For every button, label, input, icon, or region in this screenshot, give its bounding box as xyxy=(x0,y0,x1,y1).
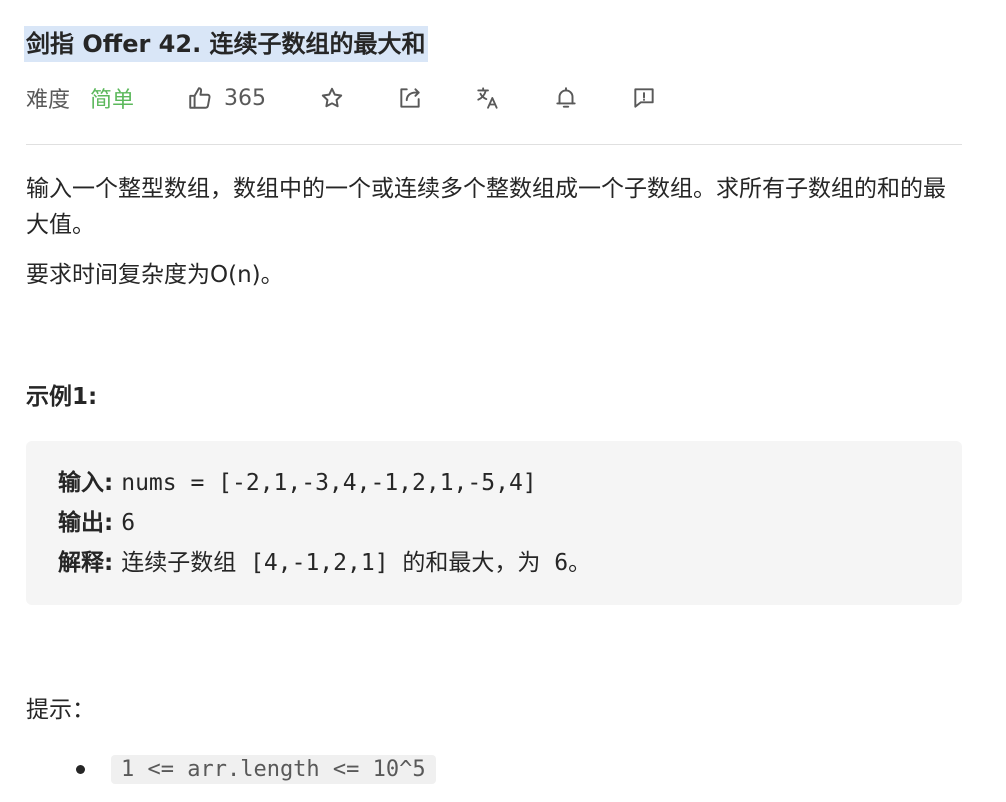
hints-list: 1 <= arr.length <= 10^5 xyxy=(26,751,962,787)
description-paragraph: 输入一个整型数组，数组中的一个或连续多个整数组成一个子数组。求所有子数组的和的最… xyxy=(26,176,946,238)
star-icon[interactable] xyxy=(318,84,346,112)
translate-icon[interactable] xyxy=(474,84,502,112)
list-item: 1 <= arr.length <= 10^5 xyxy=(26,751,962,787)
example-input-row: 输入: nums = [-2,1,-3,4,-1,2,1,-5,4] xyxy=(58,463,930,503)
header-divider xyxy=(26,144,962,145)
output-label: 输出: xyxy=(58,510,122,536)
feedback-icon[interactable] xyxy=(630,84,658,112)
problem-page: 剑指 Offer 42. 连续子数组的最大和 难度 简单 365 输入一个整型数… xyxy=(24,26,962,787)
example-title: 示例1: xyxy=(26,384,98,410)
complexity-requirement: 要求时间复杂度为O(n)。 xyxy=(26,262,284,288)
explain-value: 连续子数组 [4,-1,2,1] 的和最大，为 6。 xyxy=(121,550,592,576)
input-label: 输入: xyxy=(58,470,122,496)
hint-constraint: 1 <= arr.length <= 10^5 xyxy=(111,754,436,784)
hints-title: 提示： xyxy=(26,697,95,723)
difficulty-label: 难度 xyxy=(26,88,71,113)
problem-meta-bar: 难度 简单 365 xyxy=(26,78,962,118)
example-output-row: 输出: 6 xyxy=(58,503,930,543)
bullet-icon xyxy=(76,764,85,774)
bell-icon[interactable] xyxy=(552,84,580,112)
problem-description: 输入一个整型数组，数组中的一个或连续多个整数组成一个子数组。求所有子数组的和的最… xyxy=(26,171,962,293)
difficulty-value: 简单 xyxy=(90,88,135,113)
thumbs-up-icon xyxy=(186,84,214,112)
input-value: nums = [-2,1,-3,4,-1,2,1,-5,4] xyxy=(121,470,537,496)
like-button[interactable]: 365 xyxy=(186,84,266,112)
explain-label: 解释: xyxy=(58,550,122,576)
output-value: 6 xyxy=(121,510,136,536)
problem-title: 剑指 Offer 42. 连续子数组的最大和 xyxy=(24,26,428,62)
share-icon[interactable] xyxy=(396,84,424,112)
example-code-block: 输入: nums = [-2,1,-3,4,-1,2,1,-5,4] 输出: 6… xyxy=(26,441,962,605)
example-explain-row: 解释: 连续子数组 [4,-1,2,1] 的和最大，为 6。 xyxy=(58,543,930,583)
like-count: 365 xyxy=(224,85,267,111)
